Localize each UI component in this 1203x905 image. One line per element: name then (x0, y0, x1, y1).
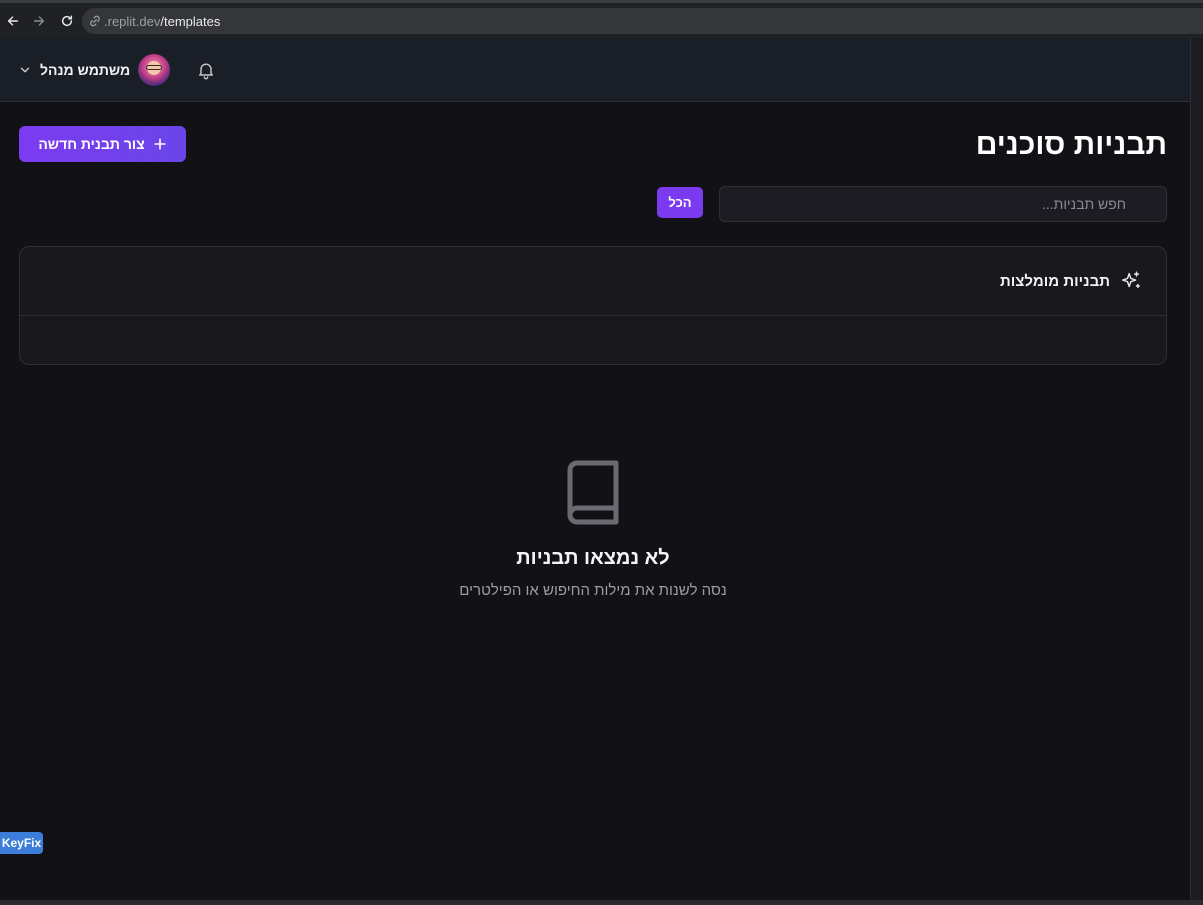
empty-title: לא נמצאו תבניות (516, 547, 670, 569)
sparkles-icon (1122, 271, 1140, 289)
user-name: משתמש מנהל (40, 62, 131, 78)
recommended-title: תבניות מומלצות (1000, 272, 1110, 290)
page-title: תבניות סוכנים (975, 128, 1167, 161)
plus-icon (154, 138, 166, 150)
avatar[interactable] (138, 54, 171, 86)
back-arrow-icon[interactable] (4, 12, 22, 30)
app-header: משתמש מנהל (0, 38, 1190, 102)
chevron-down-icon[interactable] (18, 63, 32, 77)
empty-subtitle: נסה לשנות את מילות החיפוש או הפילטרים (459, 582, 727, 599)
scrollbar[interactable] (1190, 38, 1203, 900)
book-icon (567, 460, 619, 525)
reload-icon[interactable] (58, 12, 76, 30)
bottom-border (0, 900, 1203, 905)
create-template-button[interactable]: צור תבנית חדשה (19, 126, 186, 162)
bell-icon[interactable] (196, 60, 216, 80)
search-input[interactable] (719, 186, 1167, 222)
create-template-label: צור תבנית חדשה (38, 136, 145, 152)
user-menu[interactable]: משתמש מנהל (18, 52, 171, 88)
link-icon (90, 15, 100, 27)
forward-arrow-icon[interactable] (30, 12, 48, 30)
empty-state: לא נמצאו תבניות נסה לשנות את מילות החיפו… (343, 460, 843, 599)
browser-toolbar: .replit.dev/templates (0, 0, 1203, 38)
url-host: .replit.dev (104, 13, 161, 29)
filter-all-button[interactable]: הכל (657, 187, 703, 218)
keyfix-badge[interactable]: KeyFix (0, 832, 43, 854)
recommended-header: תבניות מומלצות (20, 247, 1166, 316)
url-path: /templates (160, 13, 221, 29)
address-bar[interactable]: .replit.dev/templates (82, 8, 1203, 34)
recommended-templates-card: תבניות מומלצות (19, 246, 1167, 365)
